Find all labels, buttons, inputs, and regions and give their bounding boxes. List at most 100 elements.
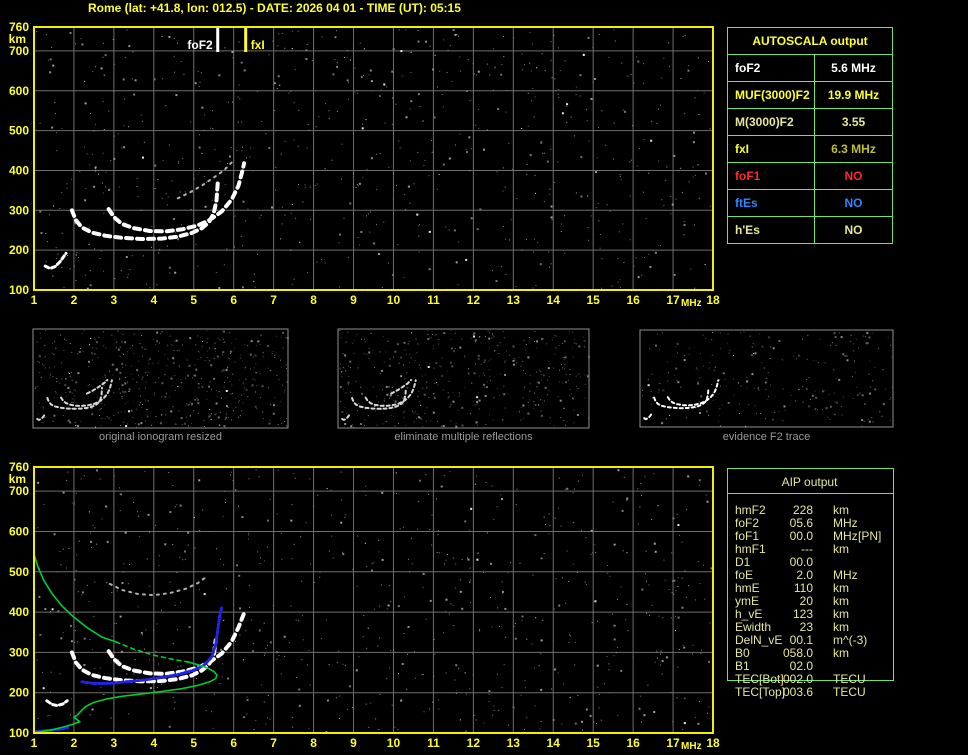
svg-text:100: 100: [9, 283, 29, 297]
ionogram-bottom-series: [32, 553, 246, 734]
ionogram-top-markers: foF2 fxI: [187, 28, 265, 52]
svg-text:16: 16: [626, 736, 640, 750]
svg-text:4: 4: [150, 293, 157, 307]
svg-text:km: km: [9, 32, 26, 46]
ionogram-bottom-second-hop-echo: [108, 574, 209, 597]
aip-header: AIP output: [781, 475, 838, 489]
autoscala-row-value: 19.9 MHz: [814, 81, 893, 109]
svg-text:11: 11: [427, 736, 440, 750]
autoscala-row-value: NO: [814, 162, 893, 190]
autoscala-row-label: h'Es: [727, 216, 815, 244]
svg-text:10: 10: [387, 736, 401, 750]
svg-text:600: 600: [9, 84, 29, 98]
svg-text:16: 16: [626, 293, 640, 307]
autoscala-row-label: MUF(3000)F2: [727, 81, 815, 109]
ionogram-bottom-electron-density-profile-top: [33, 553, 117, 643]
svg-text:14: 14: [547, 736, 561, 750]
ionogram-top-axis-labels: 760700600500400300200100km1 2 3 4 5 6 7 8 9 10 11 1…: [9, 20, 720, 309]
autoscala-row-value: NO: [814, 216, 893, 244]
thumbnail-caption-original: original ionogram resized: [99, 431, 222, 443]
autoscala-row-foF2: foF2 5.6 MHz: [727, 54, 893, 82]
thumbnail-3: [639, 329, 894, 428]
svg-text:12: 12: [467, 736, 481, 750]
svg-text:400: 400: [9, 605, 29, 619]
svg-text:100: 100: [9, 726, 29, 740]
svg-text:5: 5: [190, 293, 197, 307]
ionogram-bottom: 760700600500400300200100km1 2 3 4 5 6 7 8 9 10 11 1…: [9, 460, 720, 752]
autoscala-row-value: 6.3 MHz: [814, 135, 893, 163]
aip-row-unit: km: [833, 542, 849, 556]
svg-text:500: 500: [9, 124, 29, 138]
svg-text:2: 2: [71, 736, 78, 750]
svg-text:8: 8: [310, 293, 317, 307]
svg-text:700: 700: [9, 484, 29, 498]
ionogram-top: 760700600500400300200100km1 2 3 4 5 6 7 8 9 10 11 1…: [9, 20, 720, 309]
autoscala-row-M(3000)F2: M(3000)F2 3.55: [727, 108, 893, 136]
aip-row-TEC[Top]: TEC[Top] 003.6 TECU: [727, 686, 897, 699]
thumbnail-2: [337, 328, 590, 429]
autoscala-row-value: NO: [814, 189, 893, 217]
svg-text:6: 6: [230, 736, 237, 750]
svg-text:km: km: [9, 472, 26, 486]
svg-text:17: 17: [666, 293, 680, 307]
svg-text:9: 9: [350, 293, 357, 307]
ionogram-top-F2-trace-X-mode: [106, 161, 247, 234]
svg-text:4: 4: [150, 736, 157, 750]
aip-output-table: AIP output hmF2 228 km foF2 05.6 MHz foF1 00.0 MH…: [727, 468, 897, 708]
autoscala-row-label: foF2: [727, 54, 815, 82]
autoscala-row-label: fxI: [727, 135, 815, 163]
ionogram-top-series: [43, 161, 247, 270]
svg-text:300: 300: [9, 203, 29, 217]
svg-text:500: 500: [9, 565, 29, 579]
svg-text:12: 12: [467, 293, 481, 307]
autoscala-row-label: ftEs: [727, 189, 815, 217]
autoscala-header: AUTOSCALA output: [727, 27, 893, 55]
svg-text:10: 10: [387, 293, 401, 307]
autoscala-row-h'Es: h'Es NO: [727, 216, 893, 244]
svg-text:13: 13: [507, 736, 521, 750]
ionogram-bottom-grid: [34, 467, 713, 733]
svg-text:200: 200: [9, 243, 29, 257]
aip-row-unit: km: [833, 646, 849, 660]
ionogram-bottom-axis-labels: 760700600500400300200100km1 2 3 4 5 6 7 8 9 10 11 1…: [9, 460, 720, 752]
svg-text:700: 700: [9, 44, 29, 58]
svg-text:18: 18: [706, 736, 720, 750]
svg-text:foF2: foF2: [187, 38, 213, 52]
autoscala-output-table: AUTOSCALA output foF2 5.6 MHz MUF(3000)F2 19…: [727, 27, 893, 244]
svg-text:3: 3: [111, 736, 118, 750]
autoscala-row-label: foF1: [727, 162, 815, 190]
svg-text:1: 1: [31, 736, 38, 750]
svg-text:MHz: MHz: [681, 741, 702, 752]
svg-text:2: 2: [71, 293, 78, 307]
aip-row-note: [PN]: [858, 529, 882, 543]
autoscala-row-label: M(3000)F2: [727, 108, 815, 136]
thumbnail-caption-evidence: evidence F2 trace: [722, 431, 811, 443]
svg-text:13: 13: [507, 293, 521, 307]
svg-text:7: 7: [270, 293, 277, 307]
svg-text:17: 17: [666, 736, 680, 750]
svg-text:6: 6: [230, 293, 237, 307]
svg-text:7: 7: [270, 736, 277, 750]
autoscala-row-value: 5.6 MHz: [814, 54, 893, 82]
svg-text:9: 9: [350, 736, 357, 750]
ionogram-top-second-hop-echo: [176, 161, 233, 200]
autoscala-row-fxI: fxI 6.3 MHz: [727, 135, 893, 163]
ionogram-bottom-low-echo-hook: [45, 699, 69, 708]
svg-text:300: 300: [9, 645, 29, 659]
svg-text:200: 200: [9, 686, 29, 700]
thumbnail-1: [32, 328, 289, 429]
svg-text:MHz: MHz: [681, 298, 702, 309]
autoscala-row-foF1: foF1 NO: [727, 162, 893, 190]
svg-text:14: 14: [547, 293, 561, 307]
svg-text:18: 18: [706, 293, 720, 307]
svg-text:1: 1: [31, 293, 38, 307]
svg-text:fxI: fxI: [251, 38, 265, 52]
aip-row-value: 003.6: [782, 685, 813, 699]
autoscala-row-value: 3.55: [814, 108, 893, 136]
autoscala-screen: 760 700 600 500 400 300 200 100 km 1 2 3 4 5 6 7 8 9 10 11 1…: [0, 0, 968, 755]
aip-header-separator: [727, 493, 893, 494]
ionogram-top-low-echo-hook: [43, 251, 68, 270]
ionogram-bottom-F2-trace-X-mode: [106, 612, 246, 676]
svg-text:8: 8: [310, 736, 317, 750]
ionogram-top-grid: [34, 27, 713, 290]
